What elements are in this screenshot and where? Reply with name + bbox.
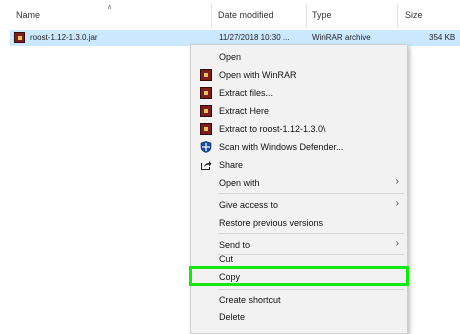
menu-item-label: Give access to [219, 200, 279, 210]
column-header-bar: ∧ Name Date modified Type Size [0, 0, 460, 30]
menu-item-share[interactable]: Share [191, 155, 407, 175]
winrar-icon [200, 69, 212, 81]
winrar-archive-icon [14, 32, 25, 43]
menu-item-extract-here[interactable]: Extract Here [191, 101, 407, 121]
windows-defender-shield-icon [200, 141, 212, 153]
menu-item-label: Open [219, 52, 242, 62]
menu-item-label: Extract Here [219, 106, 270, 116]
menu-item-extract-to-folder[interactable]: Extract to roost-1.12-1.3.0\ [191, 119, 407, 139]
file-type: WinRAR archive [312, 33, 371, 42]
chevron-right-icon: › [395, 238, 399, 249]
menu-item-label: Open with [219, 178, 260, 188]
menu-item-label: Extract to roost-1.12-1.3.0\ [219, 124, 326, 134]
chevron-right-icon: › [395, 198, 399, 209]
winrar-icon [200, 123, 212, 135]
context-menu: Open Open with WinRAR Extract files... E… [189, 44, 409, 334]
file-date-modified: 11/27/2018 10:30 ... [219, 33, 290, 42]
menu-separator [218, 233, 404, 234]
column-divider[interactable] [306, 4, 307, 28]
menu-item-label: Copy [219, 272, 241, 282]
column-size-header[interactable]: Size [405, 10, 423, 20]
menu-item-extract-files[interactable]: Extract files... [191, 83, 407, 103]
menu-item-label: Create shortcut [219, 295, 281, 305]
column-date-header[interactable]: Date modified [218, 10, 274, 20]
sort-ascending-icon: ∧ [107, 4, 113, 11]
menu-item-label: Restore previous versions [219, 218, 324, 228]
share-icon [201, 161, 212, 170]
menu-item-open-with[interactable]: Open with › [191, 173, 407, 193]
menu-item-label: Share [219, 160, 244, 170]
menu-item-open-with-winrar[interactable]: Open with WinRAR [191, 65, 407, 85]
menu-separator [218, 193, 404, 194]
column-divider[interactable] [211, 4, 212, 28]
winrar-icon [200, 87, 212, 99]
column-divider[interactable] [397, 4, 398, 28]
column-type-header[interactable]: Type [312, 10, 332, 20]
menu-item-open[interactable]: Open [191, 47, 407, 67]
file-name: roost-1.12-1.3.0.jar [30, 33, 98, 42]
menu-item-delete[interactable]: Delete [191, 307, 407, 327]
menu-item-label: Delete [219, 312, 246, 322]
menu-item-give-access[interactable]: Give access to › [191, 195, 407, 215]
menu-item-label: Extract files... [219, 88, 274, 98]
menu-item-copy[interactable]: Copy [189, 266, 409, 286]
menu-item-label: Scan with Windows Defender... [219, 142, 344, 152]
menu-item-scan-defender[interactable]: Scan with Windows Defender... [191, 137, 407, 157]
chevron-right-icon: › [395, 176, 399, 187]
column-name-header[interactable]: Name [16, 10, 40, 20]
file-size: 354 KB [429, 33, 456, 42]
menu-item-restore-previous-versions[interactable]: Restore previous versions [191, 213, 407, 233]
menu-item-label: Open with WinRAR [219, 70, 297, 80]
winrar-icon [200, 105, 212, 117]
menu-item-label: Cut [219, 254, 234, 264]
